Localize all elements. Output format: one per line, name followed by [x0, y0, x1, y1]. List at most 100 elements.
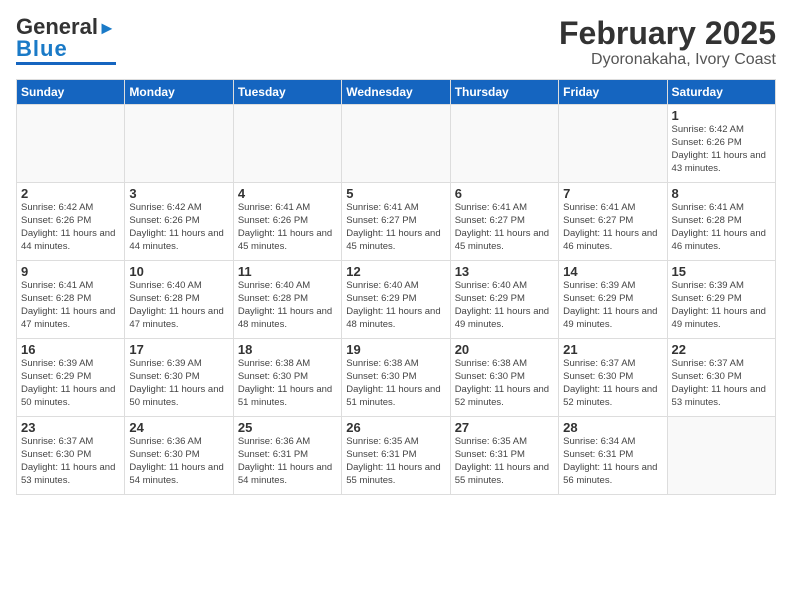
logo-text: General► Blue — [16, 16, 116, 60]
col-thursday: Thursday — [450, 80, 558, 105]
day-number: 1 — [672, 108, 771, 123]
day-number: 3 — [129, 186, 228, 201]
day-info: Sunrise: 6:38 AMSunset: 6:30 PMDaylight:… — [346, 358, 445, 409]
day-number: 14 — [563, 264, 662, 279]
calendar-cell — [342, 105, 450, 183]
calendar-cell: 12Sunrise: 6:40 AMSunset: 6:29 PMDayligh… — [342, 261, 450, 339]
day-info: Sunrise: 6:39 AMSunset: 6:30 PMDaylight:… — [129, 358, 228, 409]
day-info: Sunrise: 6:35 AMSunset: 6:31 PMDaylight:… — [346, 436, 445, 487]
calendar-title: February 2025 — [559, 16, 776, 51]
day-number: 28 — [563, 420, 662, 435]
calendar-cell: 3Sunrise: 6:42 AMSunset: 6:26 PMDaylight… — [125, 183, 233, 261]
day-number: 6 — [455, 186, 554, 201]
calendar-cell — [559, 105, 667, 183]
day-info: Sunrise: 6:42 AMSunset: 6:26 PMDaylight:… — [672, 124, 771, 175]
calendar-cell: 9Sunrise: 6:41 AMSunset: 6:28 PMDaylight… — [17, 261, 125, 339]
calendar-cell: 8Sunrise: 6:41 AMSunset: 6:28 PMDaylight… — [667, 183, 775, 261]
calendar-week-5: 23Sunrise: 6:37 AMSunset: 6:30 PMDayligh… — [17, 417, 776, 495]
day-number: 26 — [346, 420, 445, 435]
day-number: 8 — [672, 186, 771, 201]
calendar-week-4: 16Sunrise: 6:39 AMSunset: 6:29 PMDayligh… — [17, 339, 776, 417]
day-info: Sunrise: 6:41 AMSunset: 6:27 PMDaylight:… — [563, 202, 662, 253]
day-number: 9 — [21, 264, 120, 279]
day-info: Sunrise: 6:36 AMSunset: 6:30 PMDaylight:… — [129, 436, 228, 487]
day-info: Sunrise: 6:38 AMSunset: 6:30 PMDaylight:… — [455, 358, 554, 409]
day-number: 5 — [346, 186, 445, 201]
day-number: 27 — [455, 420, 554, 435]
calendar-cell: 1Sunrise: 6:42 AMSunset: 6:26 PMDaylight… — [667, 105, 775, 183]
calendar-container: General► Blue February 2025 Dyoronakaha,… — [0, 0, 792, 612]
calendar-cell: 16Sunrise: 6:39 AMSunset: 6:29 PMDayligh… — [17, 339, 125, 417]
col-sunday: Sunday — [17, 80, 125, 105]
day-number: 21 — [563, 342, 662, 357]
day-number: 15 — [672, 264, 771, 279]
calendar-cell — [233, 105, 341, 183]
day-info: Sunrise: 6:39 AMSunset: 6:29 PMDaylight:… — [563, 280, 662, 331]
calendar-cell: 23Sunrise: 6:37 AMSunset: 6:30 PMDayligh… — [17, 417, 125, 495]
col-wednesday: Wednesday — [342, 80, 450, 105]
calendar-cell: 20Sunrise: 6:38 AMSunset: 6:30 PMDayligh… — [450, 339, 558, 417]
calendar-cell: 25Sunrise: 6:36 AMSunset: 6:31 PMDayligh… — [233, 417, 341, 495]
calendar-cell: 13Sunrise: 6:40 AMSunset: 6:29 PMDayligh… — [450, 261, 558, 339]
col-monday: Monday — [125, 80, 233, 105]
calendar-week-1: 1Sunrise: 6:42 AMSunset: 6:26 PMDaylight… — [17, 105, 776, 183]
calendar-cell: 26Sunrise: 6:35 AMSunset: 6:31 PMDayligh… — [342, 417, 450, 495]
day-number: 2 — [21, 186, 120, 201]
day-number: 18 — [238, 342, 337, 357]
title-block: February 2025 Dyoronakaha, Ivory Coast — [559, 16, 776, 69]
day-info: Sunrise: 6:40 AMSunset: 6:29 PMDaylight:… — [455, 280, 554, 331]
calendar-cell: 21Sunrise: 6:37 AMSunset: 6:30 PMDayligh… — [559, 339, 667, 417]
day-info: Sunrise: 6:36 AMSunset: 6:31 PMDaylight:… — [238, 436, 337, 487]
calendar-body: 1Sunrise: 6:42 AMSunset: 6:26 PMDaylight… — [17, 105, 776, 495]
logo-underline — [16, 62, 116, 65]
header: General► Blue February 2025 Dyoronakaha,… — [16, 16, 776, 69]
calendar-cell: 28Sunrise: 6:34 AMSunset: 6:31 PMDayligh… — [559, 417, 667, 495]
day-info: Sunrise: 6:40 AMSunset: 6:29 PMDaylight:… — [346, 280, 445, 331]
calendar-cell: 24Sunrise: 6:36 AMSunset: 6:30 PMDayligh… — [125, 417, 233, 495]
calendar-cell: 17Sunrise: 6:39 AMSunset: 6:30 PMDayligh… — [125, 339, 233, 417]
day-info: Sunrise: 6:40 AMSunset: 6:28 PMDaylight:… — [129, 280, 228, 331]
calendar-header-row: Sunday Monday Tuesday Wednesday Thursday… — [17, 80, 776, 105]
day-info: Sunrise: 6:37 AMSunset: 6:30 PMDaylight:… — [21, 436, 120, 487]
logo: General► Blue — [16, 16, 116, 65]
day-info: Sunrise: 6:41 AMSunset: 6:26 PMDaylight:… — [238, 202, 337, 253]
day-info: Sunrise: 6:41 AMSunset: 6:28 PMDaylight:… — [21, 280, 120, 331]
day-info: Sunrise: 6:37 AMSunset: 6:30 PMDaylight:… — [563, 358, 662, 409]
day-info: Sunrise: 6:37 AMSunset: 6:30 PMDaylight:… — [672, 358, 771, 409]
day-number: 10 — [129, 264, 228, 279]
day-info: Sunrise: 6:41 AMSunset: 6:27 PMDaylight:… — [346, 202, 445, 253]
day-number: 22 — [672, 342, 771, 357]
calendar-cell: 11Sunrise: 6:40 AMSunset: 6:28 PMDayligh… — [233, 261, 341, 339]
day-info: Sunrise: 6:39 AMSunset: 6:29 PMDaylight:… — [672, 280, 771, 331]
calendar-cell: 6Sunrise: 6:41 AMSunset: 6:27 PMDaylight… — [450, 183, 558, 261]
calendar-cell — [17, 105, 125, 183]
day-number: 4 — [238, 186, 337, 201]
col-friday: Friday — [559, 80, 667, 105]
day-info: Sunrise: 6:41 AMSunset: 6:28 PMDaylight:… — [672, 202, 771, 253]
day-number: 23 — [21, 420, 120, 435]
calendar-subtitle: Dyoronakaha, Ivory Coast — [559, 51, 776, 69]
calendar-cell — [667, 417, 775, 495]
day-number: 20 — [455, 342, 554, 357]
calendar-cell: 14Sunrise: 6:39 AMSunset: 6:29 PMDayligh… — [559, 261, 667, 339]
day-number: 25 — [238, 420, 337, 435]
calendar-cell: 27Sunrise: 6:35 AMSunset: 6:31 PMDayligh… — [450, 417, 558, 495]
day-number: 12 — [346, 264, 445, 279]
day-info: Sunrise: 6:38 AMSunset: 6:30 PMDaylight:… — [238, 358, 337, 409]
day-number: 11 — [238, 264, 337, 279]
day-info: Sunrise: 6:40 AMSunset: 6:28 PMDaylight:… — [238, 280, 337, 331]
day-number: 17 — [129, 342, 228, 357]
day-info: Sunrise: 6:41 AMSunset: 6:27 PMDaylight:… — [455, 202, 554, 253]
calendar-cell: 19Sunrise: 6:38 AMSunset: 6:30 PMDayligh… — [342, 339, 450, 417]
calendar-cell: 2Sunrise: 6:42 AMSunset: 6:26 PMDaylight… — [17, 183, 125, 261]
day-info: Sunrise: 6:39 AMSunset: 6:29 PMDaylight:… — [21, 358, 120, 409]
calendar-cell — [125, 105, 233, 183]
calendar-cell: 5Sunrise: 6:41 AMSunset: 6:27 PMDaylight… — [342, 183, 450, 261]
calendar-table: Sunday Monday Tuesday Wednesday Thursday… — [16, 79, 776, 495]
col-tuesday: Tuesday — [233, 80, 341, 105]
day-number: 13 — [455, 264, 554, 279]
day-number: 7 — [563, 186, 662, 201]
calendar-cell — [450, 105, 558, 183]
calendar-cell: 22Sunrise: 6:37 AMSunset: 6:30 PMDayligh… — [667, 339, 775, 417]
calendar-week-3: 9Sunrise: 6:41 AMSunset: 6:28 PMDaylight… — [17, 261, 776, 339]
